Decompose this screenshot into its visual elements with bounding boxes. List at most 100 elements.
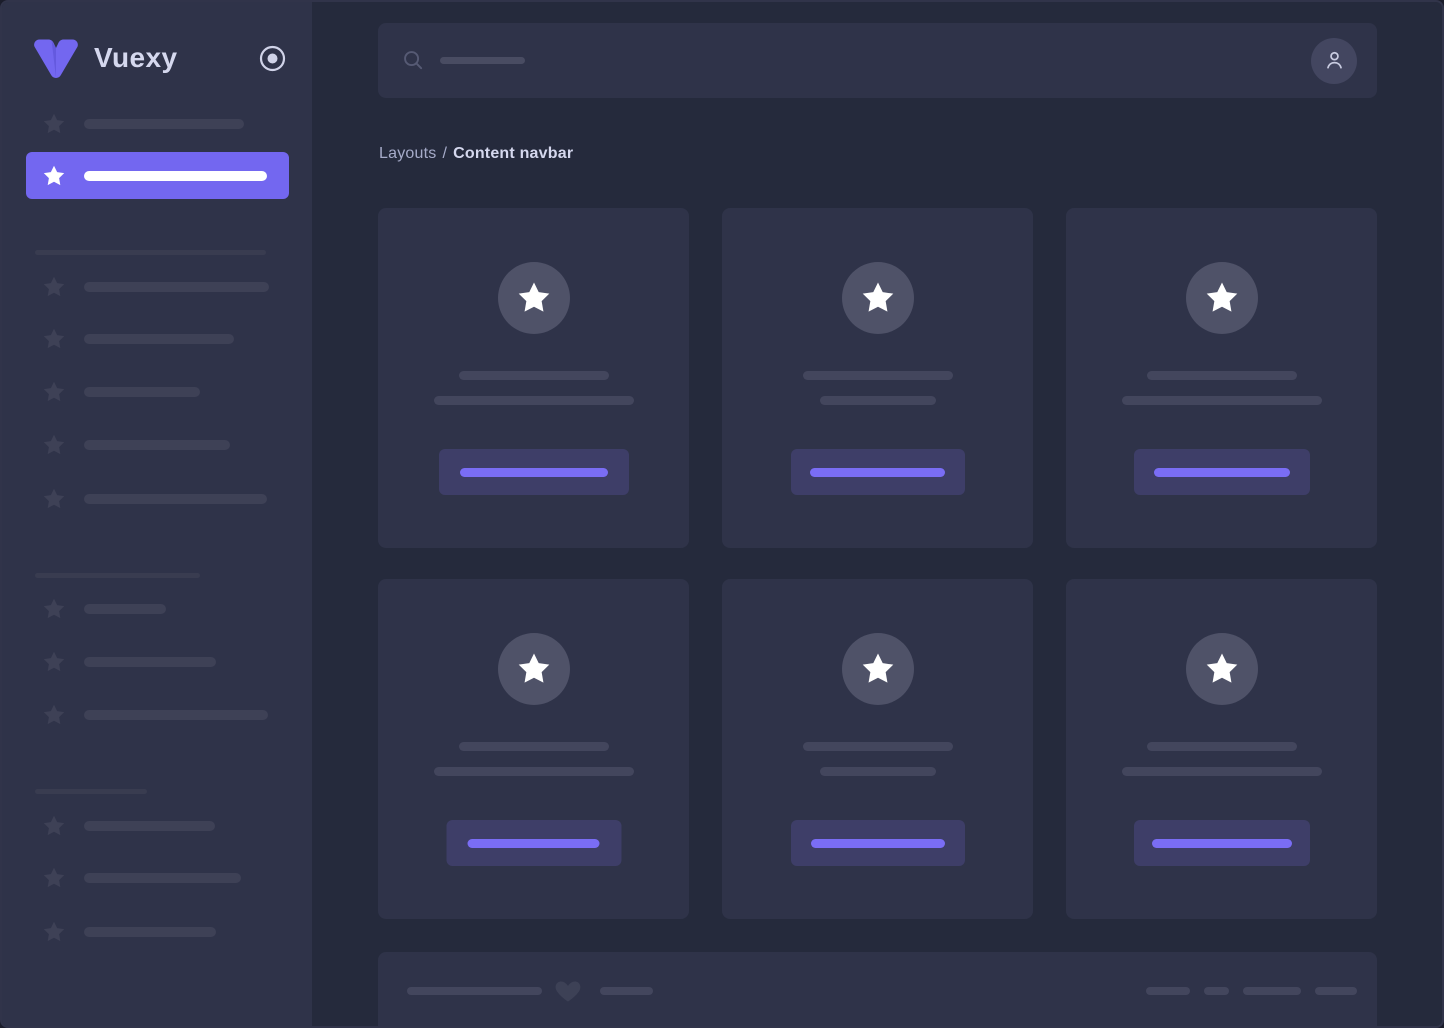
- sidebar-item[interactable]: [42, 649, 216, 675]
- sidebar-item[interactable]: [42, 486, 267, 512]
- star-icon: [42, 112, 66, 136]
- menu-label-skeleton: [84, 119, 244, 129]
- sidebar-section-heading-skeleton: [35, 789, 147, 794]
- menu-label-skeleton: [84, 821, 215, 831]
- menu-label-skeleton: [84, 927, 216, 937]
- footer-link-skeleton: [1146, 987, 1190, 995]
- button-label-skeleton: [468, 839, 600, 848]
- card-avatar: [498, 633, 570, 705]
- search-input[interactable]: [402, 49, 1311, 72]
- star-icon: [42, 327, 66, 351]
- menu-label-skeleton: [84, 710, 268, 720]
- cards-grid: [378, 208, 1377, 919]
- menu-label-skeleton: [84, 171, 267, 181]
- card-avatar: [1186, 262, 1258, 334]
- demo-card: [722, 579, 1033, 919]
- search-placeholder-skeleton: [440, 57, 525, 64]
- star-icon: [42, 650, 66, 674]
- user-avatar[interactable]: [1311, 38, 1357, 84]
- sidebar: Vuexy: [2, 2, 312, 1026]
- card-button[interactable]: [446, 820, 621, 866]
- footer-links: [1146, 987, 1357, 995]
- card-button[interactable]: [1134, 820, 1310, 866]
- footer-text-skeleton: [407, 987, 542, 995]
- app-screen: Vuexy Layouts/Conte: [0, 0, 1444, 1028]
- sidebar-item[interactable]: [42, 326, 234, 352]
- sidebar-section-heading-skeleton: [35, 573, 200, 578]
- button-label-skeleton: [811, 839, 945, 848]
- sidebar-item[interactable]: [42, 596, 166, 622]
- button-label-skeleton: [1154, 468, 1290, 477]
- star-icon: [42, 597, 66, 621]
- card-button[interactable]: [791, 449, 965, 495]
- menu-label-skeleton: [84, 604, 166, 614]
- demo-card: [378, 579, 689, 919]
- menu-label-skeleton: [84, 657, 216, 667]
- star-icon: [42, 920, 66, 944]
- star-icon: [42, 275, 66, 299]
- sidebar-item[interactable]: [42, 432, 230, 458]
- footer-link-skeleton: [1204, 987, 1229, 995]
- button-label-skeleton: [810, 468, 945, 477]
- card-subtitle-skeleton: [1122, 396, 1322, 405]
- star-icon: [42, 380, 66, 404]
- card-subtitle-skeleton: [820, 767, 936, 776]
- button-label-skeleton: [1152, 839, 1292, 848]
- menu-label-skeleton: [84, 282, 269, 292]
- menu-label-skeleton: [84, 387, 200, 397]
- sidebar-item[interactable]: [42, 919, 216, 945]
- card-title-skeleton: [803, 371, 953, 380]
- menu-label-skeleton: [84, 494, 267, 504]
- breadcrumb: Layouts / Content navbar: [379, 145, 573, 163]
- footer-link-skeleton: [1315, 987, 1357, 995]
- card-title-skeleton: [1147, 371, 1297, 380]
- breadcrumb-current: Content navbar: [453, 145, 573, 162]
- sidebar-item[interactable]: [42, 865, 241, 891]
- star-icon: [42, 164, 66, 188]
- search-icon: [402, 49, 425, 72]
- demo-card: [722, 208, 1033, 548]
- top-navbar: [378, 23, 1377, 98]
- card-title-skeleton: [1147, 742, 1297, 751]
- demo-card: [1066, 579, 1377, 919]
- card-avatar: [842, 633, 914, 705]
- button-label-skeleton: [460, 468, 608, 477]
- sidebar-item[interactable]: [42, 111, 244, 137]
- card-avatar: [498, 262, 570, 334]
- card-button[interactable]: [439, 449, 629, 495]
- card-avatar: [842, 262, 914, 334]
- sidebar-item[interactable]: [42, 813, 215, 839]
- sidebar-item[interactable]: [42, 702, 268, 728]
- breadcrumb-parent[interactable]: Layouts: [379, 145, 436, 162]
- star-icon: [42, 866, 66, 890]
- menu-label-skeleton: [84, 334, 234, 344]
- card-button[interactable]: [1134, 449, 1310, 495]
- card-subtitle-skeleton: [434, 767, 634, 776]
- demo-card: [1066, 208, 1377, 548]
- sidebar-item[interactable]: [42, 274, 269, 300]
- footer-link-skeleton: [1243, 987, 1301, 995]
- card-title-skeleton: [459, 371, 609, 380]
- footer-text-skeleton: [600, 987, 653, 995]
- star-icon: [42, 703, 66, 727]
- heart-icon: [554, 977, 584, 1005]
- sidebar-item[interactable]: [42, 379, 200, 405]
- demo-card: [378, 208, 689, 548]
- card-subtitle-skeleton: [1122, 767, 1322, 776]
- card-title-skeleton: [459, 742, 609, 751]
- footer-card: [378, 952, 1377, 1028]
- menu-label-skeleton: [84, 873, 241, 883]
- star-icon: [42, 433, 66, 457]
- sidebar-item-active[interactable]: [26, 152, 289, 199]
- breadcrumb-separator: /: [442, 145, 447, 162]
- sidebar-section-heading-skeleton: [35, 250, 266, 255]
- card-button[interactable]: [791, 820, 965, 866]
- card-subtitle-skeleton: [434, 396, 634, 405]
- menu-label-skeleton: [84, 440, 230, 450]
- star-icon: [42, 814, 66, 838]
- card-subtitle-skeleton: [820, 396, 936, 405]
- star-icon: [42, 487, 66, 511]
- card-avatar: [1186, 633, 1258, 705]
- sidebar-menu: [2, 2, 312, 1026]
- person-icon: [1323, 49, 1346, 72]
